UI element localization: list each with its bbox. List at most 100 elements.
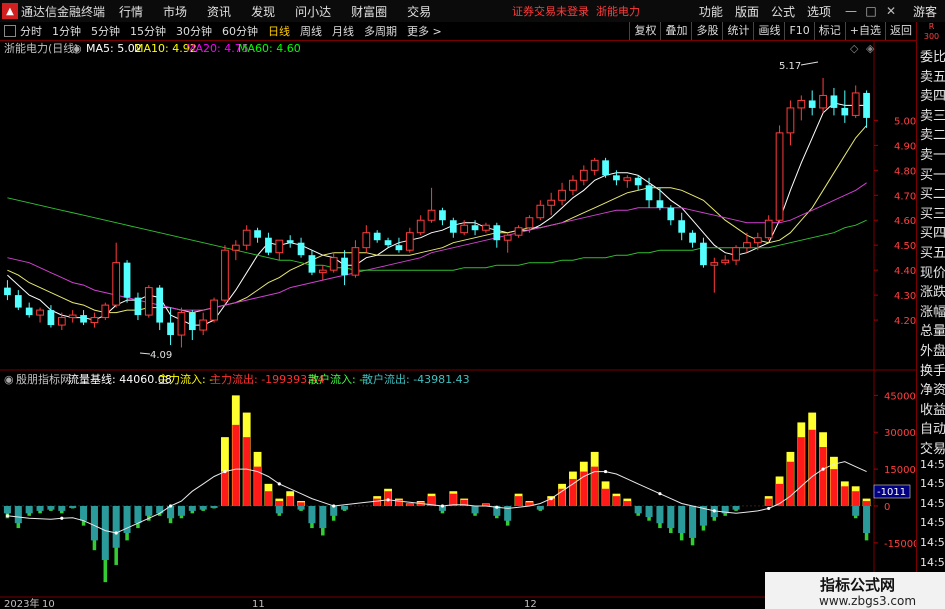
panel-top-marker: R 300 (917, 22, 945, 44)
period-toolbar: 分时 1分钟 5分钟 15分钟 30分钟 60分钟 日线 周线 月线 多周期 更… (0, 22, 916, 41)
candle-body-up (590, 159, 599, 171)
menu-item-options[interactable]: 选项 (807, 3, 831, 20)
quote-field-15[interactable]: 外盘 (920, 340, 945, 359)
tab-5min[interactable]: 5分钟 (91, 23, 120, 39)
candle-body-down (384, 240, 392, 246)
tab-timeshare[interactable]: 分时 (20, 23, 42, 39)
candle-body-down (667, 207, 675, 221)
maximize-icon[interactable]: □ (863, 4, 879, 18)
quote-field-12[interactable]: 涨跌 (920, 281, 945, 300)
main-outflow-bar (221, 471, 229, 506)
menu-item-formula[interactable]: 公式 (771, 3, 795, 20)
menu-item-trade[interactable]: 交易 (407, 3, 431, 20)
trade-status[interactable]: 证券交易未登录 浙能电力 (512, 3, 640, 19)
menu-item-discover[interactable]: 发现 (251, 3, 275, 20)
quote-field-18[interactable]: 收益 (920, 399, 945, 418)
quote-field-17[interactable]: 净资 (920, 379, 945, 398)
minimize-icon[interactable]: — (843, 4, 859, 18)
tab-15min[interactable]: 15分钟 (130, 23, 166, 39)
candle-body-up (797, 99, 806, 109)
f10-button[interactable]: F10 (784, 22, 813, 40)
panel-toggle-icon[interactable] (4, 25, 16, 37)
quote-field-26[interactable]: 14:56 (920, 556, 945, 569)
main-inflow-legend: 主力流入: - (158, 372, 213, 386)
main-outflow-bar (243, 437, 251, 506)
tab-weekly[interactable]: 周线 (300, 23, 322, 39)
candle-body-down (613, 175, 620, 181)
quote-field-23[interactable]: 14:56 (920, 497, 945, 510)
menu-item-wealth[interactable]: 财富圈 (351, 3, 387, 20)
candle-body-up (351, 247, 360, 276)
current-value-label: -1011 (877, 487, 906, 498)
tab-daily[interactable]: 日线 (268, 23, 290, 39)
collapse-icon[interactable]: ◈ (866, 42, 875, 55)
tab-60min[interactable]: 60分钟 (222, 23, 258, 39)
quote-field-10[interactable]: 买五 (920, 242, 945, 261)
candle-body-up (242, 229, 251, 246)
draw-line-button[interactable]: 画线 (753, 22, 784, 40)
price-tick-label: 4.60 (894, 216, 916, 227)
guest-login[interactable]: 游客 (913, 3, 937, 20)
quote-field-13[interactable]: 涨幅 (920, 301, 945, 320)
menu-item-news[interactable]: 资讯 (207, 3, 231, 20)
add-watchlist-button[interactable]: +自选 (844, 22, 885, 40)
candle-body-down (167, 322, 174, 336)
mark-button[interactable]: 标记 (813, 22, 845, 40)
multi-stock-button[interactable]: 多股 (691, 22, 722, 40)
quote-field-6[interactable]: 买一 (920, 164, 945, 183)
retail-outflow-bar (58, 505, 66, 511)
diamond-icon[interactable]: ◇ (850, 42, 859, 55)
retail-outflow-bar (634, 505, 642, 514)
watermark-url: www.zbgs3.com (819, 594, 917, 608)
quote-field-4[interactable]: 卖二 (920, 124, 945, 143)
tab-30min[interactable]: 30分钟 (176, 23, 212, 39)
quote-field-19[interactable]: 自动 (920, 418, 945, 437)
candle-body-down (841, 107, 849, 116)
menu-item-markets[interactable]: 市场 (163, 3, 187, 20)
quote-field-11[interactable]: 现价 (920, 262, 945, 281)
quote-field-25[interactable]: 14:56 (920, 536, 945, 549)
menu-item-ask[interactable]: 问小达 (295, 3, 331, 20)
quote-field-5[interactable]: 卖一 (920, 144, 945, 163)
quote-field-8[interactable]: 买三 (920, 203, 945, 222)
quote-field-3[interactable]: 卖三 (920, 105, 945, 124)
menu-item-function[interactable]: 功能 (699, 3, 723, 20)
candle-body-down (634, 177, 642, 186)
quote-field-9[interactable]: 买四 (920, 222, 945, 241)
back-button[interactable]: 返回 (885, 22, 916, 40)
candle-body-up (275, 239, 284, 254)
quote-field-14[interactable]: 总量 (920, 320, 945, 339)
menu-item-layout[interactable]: 版面 (735, 3, 759, 20)
tab-more[interactable]: 更多 > (407, 23, 442, 39)
quote-field-16[interactable]: 换手 (920, 360, 945, 379)
indicator-settings-icon[interactable]: ◉ (4, 373, 14, 386)
candle-body-up (547, 199, 556, 206)
main-outflow-bar (297, 502, 305, 506)
overlay-button[interactable]: 叠加 (660, 22, 691, 40)
close-icon[interactable]: ✕ (883, 4, 899, 18)
settings-icon[interactable]: ◉ (72, 42, 82, 55)
candle-body-up (427, 209, 436, 221)
tab-multi-period[interactable]: 多周期 (364, 23, 397, 39)
quote-field-24[interactable]: 14:56 (920, 516, 945, 529)
main-outflow-bar (819, 446, 827, 506)
quote-field-21[interactable]: 14:56 (920, 458, 945, 471)
price-tick-label: 5.00 (894, 116, 916, 127)
tab-monthly[interactable]: 月线 (332, 23, 354, 39)
candle-body-up (514, 227, 523, 236)
quote-field-1[interactable]: 卖五 (920, 66, 945, 85)
main-outflow-bar (808, 429, 816, 506)
menu-bar: ▲ 通达信金融终端 行情 市场 资讯 发现 问小达 财富圈 交易 证券交易未登录… (0, 0, 945, 23)
quote-field-7[interactable]: 买二 (920, 183, 945, 202)
restore-rights-button[interactable]: 复权 (629, 22, 660, 40)
quote-field-22[interactable]: 14:56 (920, 477, 945, 490)
stock-chart[interactable]: 5.00 4.90 4.80 4.70 4.60 4.50 4.40 4.30 4.20 4500… (0, 40, 916, 609)
tab-1min[interactable]: 1分钟 (52, 23, 81, 39)
statistics-button[interactable]: 统计 (722, 22, 753, 40)
baseline-point (603, 469, 608, 474)
quote-field-2[interactable]: 卖四 (920, 85, 945, 104)
menu-item-market[interactable]: 行情 (119, 3, 143, 20)
candle-body-up (221, 249, 229, 301)
quote-field-20[interactable]: 交易 (920, 438, 945, 457)
quote-field-0[interactable]: 委比 (920, 46, 945, 65)
